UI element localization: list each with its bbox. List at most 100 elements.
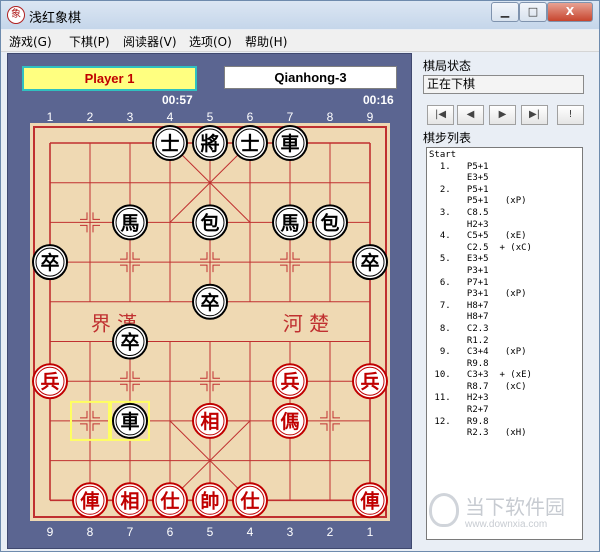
black-piece-label[interactable]: 馬	[120, 212, 139, 234]
menu-play[interactable]: 下棋(P)	[69, 33, 110, 50]
first-move-button[interactable]: |◀	[427, 105, 454, 125]
black-piece-label[interactable]: 馬	[280, 212, 299, 234]
black-piece-label[interactable]: 士	[240, 133, 259, 155]
red-piece-label[interactable]: 仕	[159, 489, 179, 512]
red-piece-label[interactable]: 帥	[200, 489, 219, 512]
close-button[interactable]: X	[547, 2, 593, 22]
file-number: 9	[366, 110, 374, 124]
file-number: 6	[166, 525, 174, 539]
position-mark	[120, 264, 128, 273]
title-bar[interactable]: 象 浅红象棋 ▁ □ X	[1, 1, 599, 29]
position-mark	[132, 264, 140, 273]
move-list-line[interactable]: Start	[429, 150, 582, 162]
move-list-line[interactable]: P5+1 (xP)	[429, 196, 582, 208]
position-mark	[212, 264, 220, 273]
position-mark	[92, 423, 100, 431]
position-mark	[332, 410, 340, 419]
menu-game[interactable]: 游戏(G)	[9, 33, 52, 50]
board-canvas[interactable]: 界 漢河 楚士將士車馬包馬包卒 卒卒卒兵兵兵車相傌俥相仕帥仕俥	[30, 123, 390, 521]
position-mark	[212, 371, 220, 379]
position-mark	[280, 252, 288, 260]
app-logo-icon: 象	[7, 6, 25, 24]
black-piece-label[interactable]: 車	[120, 410, 139, 433]
position-mark	[320, 423, 328, 431]
move-list-line[interactable]: 10. C3+3 + (xE)	[429, 370, 582, 382]
file-number: 6	[246, 110, 254, 124]
move-list-line[interactable]: R9.8	[429, 359, 582, 371]
file-number: 2	[86, 110, 94, 124]
position-mark	[80, 212, 88, 220]
menu-bar: 游戏(G) 下棋(P) 阅读器(V) 选项(O) 帮助(H)	[1, 30, 599, 52]
status-value: 正在下棋	[423, 75, 584, 94]
move-list-line[interactable]: 12. R9.8	[429, 417, 582, 429]
black-piece-label[interactable]: 卒	[360, 251, 379, 274]
black-piece-label[interactable]: 包	[320, 211, 339, 234]
file-number: 1	[366, 525, 374, 539]
position-mark	[292, 264, 300, 273]
move-list-line[interactable]: P3+1 (xP)	[429, 289, 582, 301]
app-window: 象 浅红象棋 ▁ □ X 游戏(G) 下棋(P) 阅读器(V) 选项(O) 帮助…	[0, 0, 600, 552]
red-piece-label[interactable]: 兵	[280, 371, 299, 393]
black-player-timer: 00:16	[363, 93, 394, 107]
position-mark	[320, 410, 328, 419]
move-list-line[interactable]: 7. H8+7	[429, 301, 582, 313]
watermark-url: www.downxia.com	[465, 519, 548, 530]
black-piece-label[interactable]: 包	[200, 211, 219, 234]
move-list-line[interactable]: E3+5	[429, 173, 582, 185]
move-list-line[interactable]: H2+3	[429, 220, 582, 232]
move-list-line[interactable]: 5. E3+5	[429, 254, 582, 266]
menu-help[interactable]: 帮助(H)	[245, 33, 287, 50]
position-mark	[92, 212, 100, 220]
chess-board[interactable]: 界 漢河 楚士將士車馬包馬包卒卒卒卒兵兵兵車相傌俥相仕帥仕俥	[30, 123, 390, 521]
maximize-button[interactable]: □	[519, 2, 547, 22]
red-piece-label[interactable]: 相	[120, 490, 139, 512]
move-list-line[interactable]: 9. C3+4 (xP)	[429, 347, 582, 359]
move-list-line[interactable]: 4. C5+5 (xE)	[429, 231, 582, 243]
menu-options[interactable]: 选项(O)	[189, 33, 232, 50]
red-piece-label[interactable]: 傌	[280, 410, 299, 433]
hint-button[interactable]: !	[557, 105, 584, 125]
side-panel: 棋局状态 正在下棋 |◀ ◀ ▶ ▶| ! 棋步列表 Start 1. P5+1…	[417, 53, 593, 547]
red-piece-label[interactable]: 兵	[360, 371, 379, 393]
move-list-line[interactable]: 1. P5+1	[429, 162, 582, 174]
black-piece-label[interactable]: 卒	[200, 291, 219, 314]
file-number: 5	[206, 525, 214, 539]
black-piece-label[interactable]: 將	[200, 132, 219, 155]
red-piece-label[interactable]: 仕	[239, 489, 259, 512]
move-list-line[interactable]: 3. C8.5	[429, 208, 582, 220]
watermark-text: 当下软件园	[465, 495, 565, 519]
position-mark	[200, 264, 208, 273]
watermark-logo-icon	[429, 493, 459, 527]
move-list[interactable]: Start 1. P5+1 E3+5 2. P5+1 P5+1 (xP) 3. …	[426, 147, 583, 540]
position-mark	[212, 383, 220, 392]
move-list-line[interactable]: H8+7	[429, 312, 582, 324]
move-list-line[interactable]: 6. P7+1	[429, 278, 582, 290]
position-mark	[80, 224, 88, 233]
position-mark	[132, 383, 140, 392]
move-list-line[interactable]: R2+7	[429, 405, 582, 417]
move-list-line[interactable]: 11. H2+3	[429, 393, 582, 405]
black-piece-label[interactable]: 卒	[120, 331, 139, 354]
previous-move-button[interactable]: ◀	[457, 105, 484, 125]
move-list-label: 棋步列表	[423, 131, 472, 145]
move-list-line[interactable]: R8.7 (xC)	[429, 382, 582, 394]
move-list-line[interactable]: 2. P5+1	[429, 185, 582, 197]
move-list-line[interactable]: C2.5 + (xC)	[429, 243, 582, 255]
next-move-button[interactable]: ▶	[489, 105, 516, 125]
move-list-line[interactable]: 8. C2.3	[429, 324, 582, 336]
move-list-line[interactable]: P3+1	[429, 266, 582, 278]
red-piece-label[interactable]: 兵	[40, 371, 59, 393]
move-list-line[interactable]: R2.3 (xH)	[429, 428, 582, 440]
black-piece-label[interactable]: 士	[160, 133, 179, 155]
move-list-line[interactable]: R1.2	[429, 336, 582, 348]
red-piece-label[interactable]: 相	[200, 411, 219, 433]
file-number: 9	[46, 525, 54, 539]
black-piece-label[interactable]: 車	[280, 132, 299, 155]
red-piece-label[interactable]: 俥	[359, 489, 379, 512]
position-mark	[120, 383, 128, 392]
red-piece-label[interactable]: 俥	[79, 489, 99, 512]
black-piece-label[interactable]: 卒	[40, 251, 59, 274]
last-move-button[interactable]: ▶|	[521, 105, 548, 125]
minimize-button[interactable]: ▁	[491, 2, 519, 22]
menu-viewer[interactable]: 阅读器(V)	[123, 33, 177, 50]
